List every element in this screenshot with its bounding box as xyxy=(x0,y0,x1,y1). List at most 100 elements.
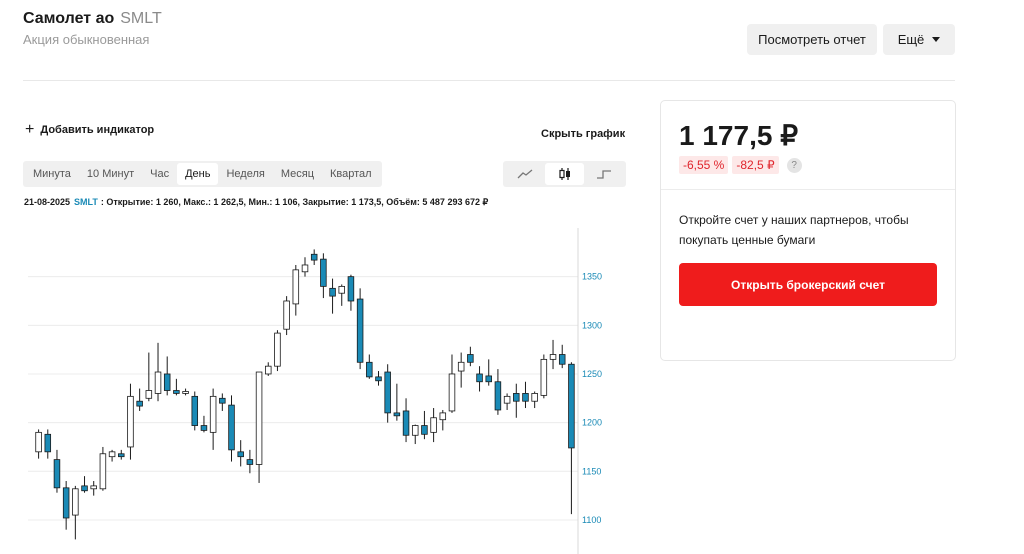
period-tab[interactable]: Месяц xyxy=(273,163,322,185)
change-percent-badge: -6,55 % xyxy=(679,156,729,174)
candle-body xyxy=(90,485,97,490)
hide-chart-button[interactable]: Скрыть график xyxy=(541,128,625,140)
candle xyxy=(540,354,548,399)
candle xyxy=(136,388,143,411)
candle-body xyxy=(108,451,116,458)
candle xyxy=(329,278,336,314)
help-icon[interactable]: ? xyxy=(786,157,802,173)
candle-body xyxy=(99,453,107,490)
candle-body xyxy=(44,433,52,453)
candle-body xyxy=(338,285,345,294)
candle xyxy=(301,257,309,277)
candle xyxy=(182,388,189,396)
candle xyxy=(237,440,244,467)
candle-body xyxy=(384,371,391,414)
period-tab[interactable]: Квартал xyxy=(322,163,380,185)
candle-body xyxy=(292,269,300,305)
period-tab[interactable]: День xyxy=(177,163,219,185)
candle-body xyxy=(366,361,373,378)
current-price: 1 177,5 ₽ xyxy=(679,120,799,151)
candle-body xyxy=(402,410,410,436)
candle-body xyxy=(283,300,290,330)
y-tick-label: 1200 xyxy=(582,418,602,428)
candle xyxy=(274,330,281,372)
candle xyxy=(108,449,116,462)
candle xyxy=(44,429,52,459)
step-chart-icon[interactable] xyxy=(584,163,624,185)
candle xyxy=(53,449,61,493)
stock-title: Самолет ао SMLT xyxy=(23,10,162,28)
stock-ticker: SMLT xyxy=(120,10,162,27)
ohlc-ticker: SMLT xyxy=(74,197,98,207)
candle-body xyxy=(494,381,502,411)
candle-body xyxy=(191,395,199,426)
candle xyxy=(283,296,290,336)
stock-type: Акция обыкновенная xyxy=(23,32,150,47)
ohlc-info: 21-08-2025 SMLT: Открытие: 1 260, Макс.: … xyxy=(24,197,488,208)
candle xyxy=(513,383,520,418)
candle xyxy=(503,393,511,410)
more-button[interactable]: Ещё xyxy=(883,24,955,55)
candle xyxy=(163,356,171,396)
y-tick-label: 1150 xyxy=(582,466,601,476)
candle xyxy=(219,393,226,411)
price-chart[interactable]: 1100 1150 1200 1250 1300 1350 xyxy=(28,228,613,554)
candle xyxy=(531,391,538,409)
candle xyxy=(485,359,492,386)
candle-body xyxy=(209,395,217,433)
candle-body xyxy=(531,393,538,402)
candle-body xyxy=(237,451,244,458)
candle-body xyxy=(62,487,70,519)
candle xyxy=(62,481,70,530)
add-indicator-button[interactable]: + Добавить индикатор xyxy=(25,122,155,138)
period-tab[interactable]: 10 Минут xyxy=(79,163,142,185)
candle xyxy=(118,449,125,460)
add-indicator-label: Добавить индикатор xyxy=(40,124,155,136)
view-report-button[interactable]: Посмотреть отчет xyxy=(747,24,877,55)
candle xyxy=(209,388,217,450)
candle-body xyxy=(200,425,208,431)
candle xyxy=(292,264,300,316)
candle xyxy=(421,410,428,440)
candle-body xyxy=(522,393,529,402)
candle xyxy=(72,485,79,540)
candle-body xyxy=(457,361,465,372)
candle xyxy=(494,369,502,415)
candle xyxy=(549,339,557,370)
candle-body xyxy=(219,397,226,404)
price-change-row: -6,55 % -82,5 ₽ ? xyxy=(679,156,802,174)
open-broker-account-button[interactable]: Открыть брокерский счет xyxy=(679,263,937,306)
period-tab[interactable]: Час xyxy=(142,163,177,185)
candle-body xyxy=(485,375,492,383)
candle xyxy=(127,383,134,460)
period-tab[interactable]: Неделя xyxy=(218,163,272,185)
stock-header: Самолет ао SMLT Акция обыкновенная xyxy=(23,10,162,47)
candle-body xyxy=(411,425,419,436)
candle xyxy=(191,391,199,431)
candle-body xyxy=(568,363,575,449)
candle-body xyxy=(375,376,382,382)
candle-body xyxy=(310,253,318,261)
candle xyxy=(255,371,263,483)
period-tab[interactable]: Минута xyxy=(25,163,79,185)
candle xyxy=(246,449,254,474)
candle-body xyxy=(448,373,456,412)
ohlc-values: : Открытие: 1 260, Макс.: 1 262,5, Мин.:… xyxy=(100,197,489,207)
candle xyxy=(200,415,208,433)
candle-body xyxy=(301,264,309,273)
chevron-down-icon xyxy=(932,37,941,42)
candle xyxy=(430,408,437,443)
candle-body xyxy=(274,332,281,367)
line-chart-icon[interactable] xyxy=(505,163,545,185)
candle xyxy=(467,346,474,367)
candlestick-icon[interactable] xyxy=(544,163,585,185)
candle xyxy=(384,364,391,423)
candle xyxy=(522,381,529,409)
change-absolute-badge: -82,5 ₽ xyxy=(732,156,779,174)
candle xyxy=(347,274,355,311)
candle xyxy=(393,383,401,421)
stock-name: Самолет ао xyxy=(23,10,115,27)
more-label: Ещё xyxy=(897,32,925,47)
candle-body xyxy=(476,373,483,383)
candle-body xyxy=(173,390,180,394)
